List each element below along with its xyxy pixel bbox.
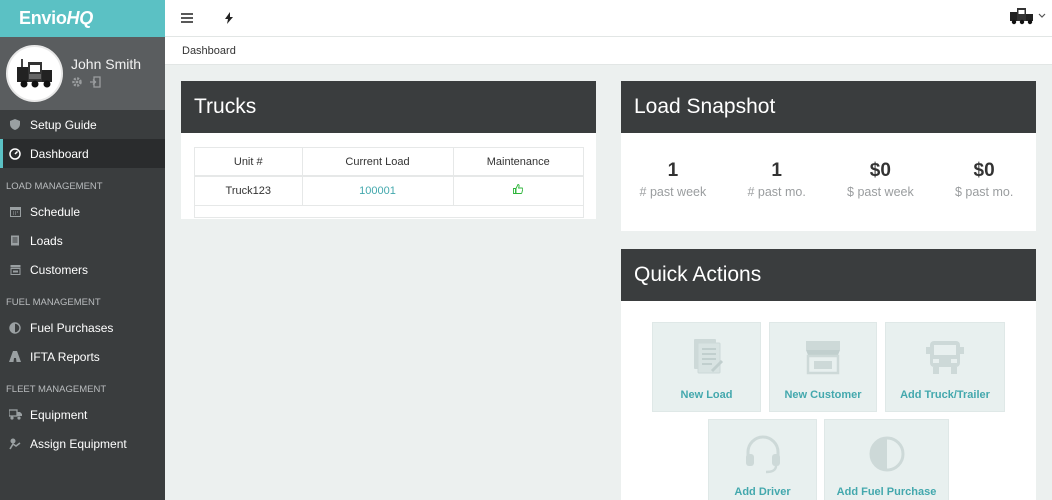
quick-action-label: New Load [680,389,733,401]
assign-icon [8,437,22,451]
dashboard-icon [8,147,22,161]
stat-label: $ past mo. [954,185,1014,199]
headset-icon [744,434,782,474]
settings-icon[interactable] [71,76,83,91]
trucks-table: Unit # Current Load Maintenance Truck123… [195,148,583,206]
brand-logo[interactable]: Envio HQ [0,0,165,37]
stat-revenue-past-month: $0 $ past mo. [932,160,1036,199]
lightning-icon [225,12,233,24]
document-icon [688,337,726,377]
stat-label: # past mo. [747,185,806,199]
brand-name-main: Envio [19,8,67,28]
stat-loads-past-month: 1 # past mo. [725,160,829,199]
sidebar-item-label: Assign Equipment [30,436,127,451]
column-header-current-load[interactable]: Current Load [302,148,454,177]
current-load-link[interactable]: 100001 [359,185,396,197]
trucks-table-wrapper: Unit # Current Load Maintenance Truck123… [194,147,584,218]
road-icon [8,350,22,364]
sidebar-item-label: Customers [30,262,89,277]
quick-actions-title: Quick Actions [621,249,1036,301]
sidebar-item-fuel-purchases[interactable]: Fuel Purchases [0,313,165,342]
top-navbar [165,0,1052,37]
quick-action-label: New Customer [784,389,862,401]
add-fuel-purchase-button[interactable]: Add Fuel Purchase [824,419,949,500]
column-header-maintenance[interactable]: Maintenance [453,148,583,177]
add-driver-button[interactable]: Add Driver [708,419,817,500]
load-snapshot-title: Load Snapshot [621,81,1036,133]
sidebar-item-dashboard[interactable]: Dashboard [0,139,165,168]
thumbs-up-icon[interactable] [513,184,524,197]
quick-action-label: Add Fuel Purchase [836,486,937,498]
sidebar-item-loads[interactable]: Loads [0,226,165,255]
sidebar: Envio HQ John Smith Setup Guide Dashboar… [0,0,165,500]
stat-value: $0 [869,160,891,181]
quick-actions-panel: Quick Actions New Load New Customer Add … [621,249,1036,500]
customers-icon [8,263,22,277]
nav-header-load: LOAD MANAGEMENT [6,181,103,192]
quick-action-label: Add Driver [734,486,791,498]
sidebar-item-label: Equipment [30,407,88,422]
stat-value: 1 [771,160,782,181]
sidebar-item-setup-guide[interactable]: Setup Guide [0,110,165,139]
nav-header-fleet: FLEET MANAGEMENT [6,384,107,395]
brand-name-accent: HQ [66,8,94,28]
chevron-down-icon [1038,13,1046,18]
truck-icon [8,408,22,422]
stat-value: $0 [973,160,995,181]
truck-unit-cell: Truck123 [195,176,303,206]
add-truck-trailer-button[interactable]: Add Truck/Trailer [885,322,1005,412]
sidebar-item-ifta-reports[interactable]: IFTA Reports [0,342,165,371]
sidebar-nav: Setup Guide Dashboard LOAD MANAGEMENT Sc… [0,110,165,458]
sidebar-item-assign-equipment[interactable]: Assign Equipment [0,429,165,458]
stat-revenue-past-week: $0 $ past week [829,160,933,199]
avatar [6,45,63,102]
breadcrumb: Dashboard [165,37,1052,65]
menu-toggle-button[interactable] [177,8,197,28]
loads-icon [8,234,22,248]
sidebar-item-schedule[interactable]: Schedule [0,197,165,226]
truck-avatar-icon [1010,8,1033,25]
sidebar-item-label: IFTA Reports [30,349,100,364]
trucks-panel: Trucks Unit # Current Load Maintenance T… [181,81,596,219]
user-menu-toggle[interactable] [1009,6,1046,26]
truck-logo-icon [16,58,52,87]
nav-header-fuel: FUEL MANAGEMENT [6,297,101,308]
new-customer-button[interactable]: New Customer [769,322,877,412]
stat-value: 1 [667,160,679,181]
store-icon [804,337,842,377]
hamburger-icon [181,13,193,23]
load-snapshot-panel: Load Snapshot 1 # past week 1 # past mo.… [621,81,1036,231]
stat-label: $ past week [847,185,914,199]
half-circle-icon [8,321,22,335]
sidebar-item-label: Loads [30,233,63,248]
sidebar-item-label: Setup Guide [30,117,97,132]
logout-icon[interactable] [89,76,101,91]
trucks-panel-title: Trucks [181,81,596,133]
quick-action-label: Add Truck/Trailer [900,389,990,401]
column-header-unit[interactable]: Unit # [195,148,303,177]
sidebar-item-customers[interactable]: Customers [0,255,165,284]
stat-label: # past week [639,185,707,199]
sidebar-item-label: Schedule [30,204,81,219]
stat-loads-past-week: 1 # past week [621,160,725,199]
new-load-button[interactable]: New Load [652,322,761,412]
shield-icon [8,118,22,132]
table-row: Truck123 100001 [195,176,583,206]
quick-flash-button[interactable] [219,8,239,28]
calendar-icon [8,205,22,219]
sidebar-item-equipment[interactable]: Equipment [0,400,165,429]
user-name: John Smith [71,56,142,72]
truck-front-icon [924,337,966,377]
snapshot-stats: 1 # past week 1 # past mo. $0 $ past wee… [621,133,1036,199]
breadcrumb-current[interactable]: Dashboard [182,45,236,57]
user-panel: John Smith [0,37,165,110]
sidebar-item-label: Fuel Purchases [30,320,114,335]
sidebar-item-label: Dashboard [30,146,89,161]
half-circle-icon [868,434,906,474]
